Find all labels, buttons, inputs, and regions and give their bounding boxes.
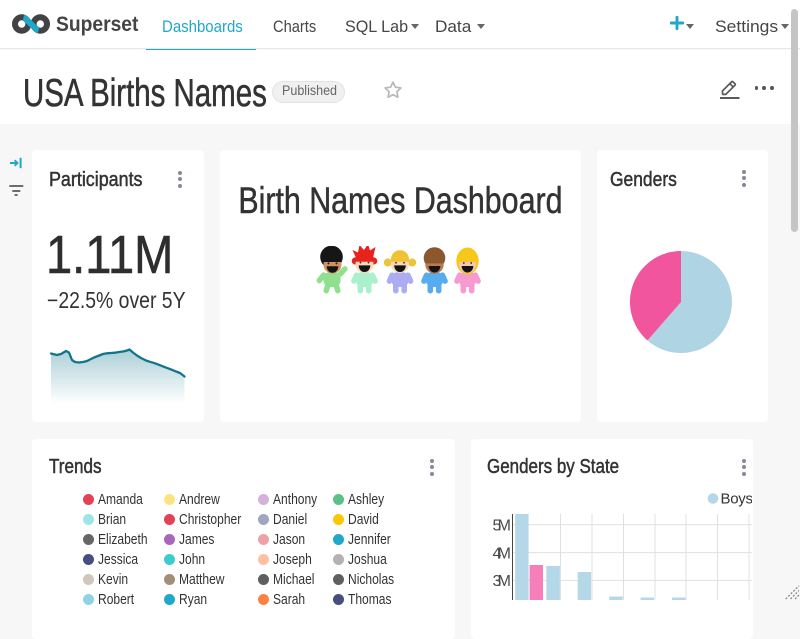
svg-text:5M: 5M (493, 518, 512, 535)
svg-text:3M: 3M (493, 573, 512, 590)
svg-text:Boys: Boys (721, 491, 753, 508)
svg-text:4M: 4M (493, 545, 512, 562)
